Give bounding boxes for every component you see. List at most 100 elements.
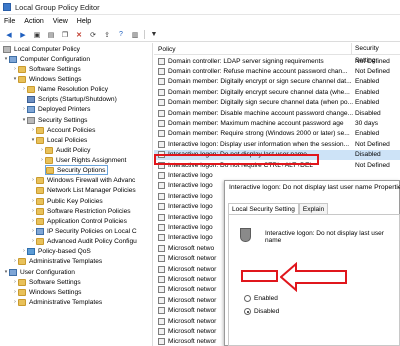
table-row[interactable]: Domain member: Digitally sign secure cha… [154,98,400,108]
tree-item-user-administrative-templates[interactable]: › Administrative Templates [12,297,102,307]
policy-setting-icon [158,327,165,335]
dialog-title: Interactive logon: Do not display last u… [229,184,400,191]
table-row[interactable]: Domain member: Digitally encrypt or sign… [154,77,400,87]
menu-bar: File Action View Help [0,15,400,28]
menu-file[interactable]: File [4,18,15,25]
tree-label: Administrative Templates [29,298,103,306]
tree-item-user-software-settings[interactable]: › Software Settings [12,277,81,287]
tree-item-account-policies[interactable]: › Account Policies [30,125,95,135]
tree-label: Administrative Templates [29,257,103,265]
policy-setting-icon [158,192,165,200]
tree-label: Local Policies [47,136,88,144]
refresh-icon[interactable]: ⟳ [88,30,98,40]
forward-icon[interactable]: ▶ [18,30,28,40]
tree-item-user-rights-assignment[interactable]: › User Rights Assignment [39,155,126,165]
properties-icon[interactable]: ▤ [46,30,56,40]
delete-icon[interactable]: ✕ [74,30,84,40]
tree-label: Audit Policy [56,146,91,154]
help-icon[interactable]: ? [116,30,126,40]
tree-item-policy-based-qos[interactable]: › Policy-based QoS [21,246,91,256]
title-bar: Local Group Policy Editor [0,0,400,15]
security-setting-value: Enabled [355,99,380,107]
tree-label: User Rights Assignment [56,156,127,164]
tree-label: Scripts (Startup/Shutdown) [38,95,117,103]
tree-label: Software Settings [29,278,81,286]
scripts-icon [27,95,35,103]
tree-label: Application Control Policies [47,217,127,225]
tree-label: User Configuration [20,268,75,276]
policy-setting-icon [158,286,165,294]
column-header-security-setting[interactable]: Security Setting [351,43,400,64]
table-row[interactable]: Domain controller: LDAP server signing r… [154,56,400,66]
tree-item-administrative-templates[interactable]: › Administrative Templates [12,256,102,266]
radio-enabled[interactable]: Enabled [244,295,278,302]
tree-item-local-computer-policy[interactable]: Local Computer Policy [3,44,80,54]
policy-setting-icon [158,109,165,117]
tree-item-ip-security[interactable]: › IP Security Policies on Local C [30,226,137,236]
table-row[interactable]: Domain member: Require strong (Windows 2… [154,129,400,139]
up-folder-icon[interactable]: ▣ [32,30,42,40]
folder-icon [18,278,26,286]
tree-item-application-control[interactable]: › Application Control Policies [30,216,127,226]
tree-item-scripts[interactable]: Scripts (Startup/Shutdown) [27,94,117,104]
folder-icon [18,298,26,306]
tree-label: Computer Configuration [20,55,91,63]
copy-icon[interactable]: ❐ [60,30,70,40]
filter-icon[interactable]: ▼ [149,30,159,40]
folder-icon [18,288,26,296]
export-icon[interactable]: ⇪ [102,30,112,40]
tree-label: Windows Settings [29,75,82,83]
tree-label: Advanced Audit Policy Configu [47,237,137,245]
policy-setting-icon [158,244,165,252]
tree-item-software-restriction[interactable]: › Software Restriction Policies [30,206,131,216]
tree-item-audit-policy[interactable]: › Audit Policy [39,145,90,155]
table-row[interactable]: Domain member: Maximum machine account p… [154,118,400,128]
folder-icon [36,126,44,134]
policy-name: Domain member: Maximum machine account p… [168,119,344,127]
folder-icon [18,257,26,265]
toolbar: ◀ ▶ ▣ ▤ ❐ ✕ ⟳ ⇪ ? ▥ ▼ [0,28,400,42]
back-icon[interactable]: ◀ [4,30,14,40]
tab-local-security-setting[interactable]: Local Security Setting [228,203,299,214]
policy-setting-icon [158,171,165,179]
folder-icon [36,197,44,205]
menu-help[interactable]: Help [77,18,91,25]
radio-disabled[interactable]: Disabled [244,308,279,315]
menu-view[interactable]: View [53,18,68,25]
tab-explain[interactable]: Explain [298,203,329,214]
security-setting-value: Disabled [355,151,381,159]
policy-setting-icon [158,234,165,242]
security-setting-value: 30 days [355,119,379,127]
tree-item-advanced-audit[interactable]: › Advanced Audit Policy Configu [30,236,137,246]
policy-setting-icon [158,338,165,346]
tree-item-user-configuration[interactable]: ▾ User Configuration [3,267,75,277]
security-setting-value: Not Defined [355,140,390,148]
radio-enabled-dot[interactable] [244,295,251,302]
list-header: Policy Security Setting [154,43,400,64]
tree-item-security-settings[interactable]: ▾ Security Settings [21,115,87,125]
tree-item-name-resolution-policy[interactable]: › Name Resolution Policy [21,84,108,94]
tree-item-user-windows-settings[interactable]: › Windows Settings [12,287,81,297]
tree-item-local-policies[interactable]: ▾ Local Policies [30,135,87,145]
tree-item-software-settings[interactable]: › Software Settings [12,64,81,74]
tree-item-windows-settings[interactable]: ▾ Windows Settings [12,74,81,84]
window-title: Local Group Policy Editor [15,2,100,12]
tree-item-network-list[interactable]: Network List Manager Policies [36,185,136,195]
menu-action[interactable]: Action [24,18,43,25]
tree-item-public-key-policies[interactable]: › Public Key Policies [30,196,103,206]
table-row[interactable]: Domain controller: Refuse machine accoun… [154,66,400,76]
show-hide-icon[interactable]: ▥ [130,30,140,40]
tree-item-deployed-printers[interactable]: › Deployed Printers [21,104,90,114]
column-header-policy[interactable]: Policy [158,46,176,53]
table-row[interactable]: Interactive logo [154,170,400,180]
table-row[interactable]: Interactive logon: Display user informat… [154,139,400,149]
policy-name: Domain controller: LDAP server signing r… [168,57,324,65]
policy-icon [3,45,11,53]
tree-item-computer-configuration[interactable]: ▾ Computer Configuration [3,54,90,64]
tree-label: Software Restriction Policies [47,207,131,215]
table-row[interactable]: Domain member: Disable machine account p… [154,108,400,118]
tree-item-security-options[interactable]: Security Options [45,165,109,175]
table-row[interactable]: Domain member: Digitally encrypt secure … [154,87,400,97]
radio-disabled-dot[interactable] [244,308,251,315]
tree-item-windows-firewall[interactable]: › Windows Firewall with Advanc [30,175,135,185]
